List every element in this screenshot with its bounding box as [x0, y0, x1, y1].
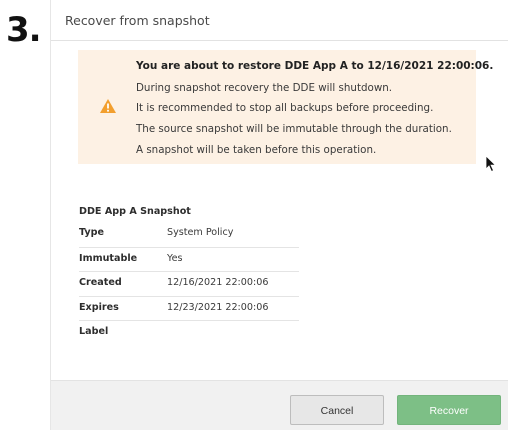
- snapshot-details-title: DDE App A Snapshot: [79, 206, 191, 217]
- dialog-title: Recover from snapshot: [65, 13, 210, 28]
- recover-dialog: Recover from snapshot You are about to r…: [50, 0, 508, 430]
- detail-row-created: Created 12/16/2021 22:00:06: [79, 272, 299, 294]
- detail-value: Yes: [167, 253, 183, 264]
- detail-row-expires: Expires 12/23/2021 22:00:06: [79, 297, 299, 319]
- detail-label: Label: [79, 326, 109, 337]
- detail-row-type: Type System Policy: [79, 222, 299, 244]
- title-divider: [51, 40, 508, 41]
- warning-banner: You are about to restore DDE App A to 12…: [78, 50, 493, 164]
- detail-label: Created: [79, 277, 122, 288]
- cancel-button[interactable]: Cancel: [290, 395, 384, 425]
- warning-triangle-icon: [100, 99, 116, 113]
- detail-label: Immutable: [79, 253, 138, 264]
- recover-button[interactable]: Recover: [397, 395, 501, 425]
- warning-heading: You are about to restore DDE App A to 12…: [136, 60, 494, 72]
- detail-value: 12/23/2021 22:00:06: [167, 302, 269, 313]
- warning-line: During snapshot recovery the DDE will sh…: [136, 82, 393, 94]
- dialog-footer: Cancel Recover: [51, 380, 508, 430]
- warning-line: The source snapshot will be immutable th…: [136, 123, 452, 135]
- detail-label: Expires: [79, 302, 119, 313]
- warning-line: It is recommended to stop all backups be…: [136, 102, 434, 114]
- mouse-pointer-icon: [485, 155, 497, 173]
- detail-row-immutable: Immutable Yes: [79, 248, 299, 270]
- warning-line: A snapshot will be taken before this ope…: [136, 144, 377, 156]
- detail-value: System Policy: [167, 227, 234, 238]
- step-number: 3.: [6, 10, 42, 50]
- detail-label: Type: [79, 227, 105, 238]
- detail-value: 12/16/2021 22:00:06: [167, 277, 269, 288]
- detail-row-label: Label: [79, 321, 299, 343]
